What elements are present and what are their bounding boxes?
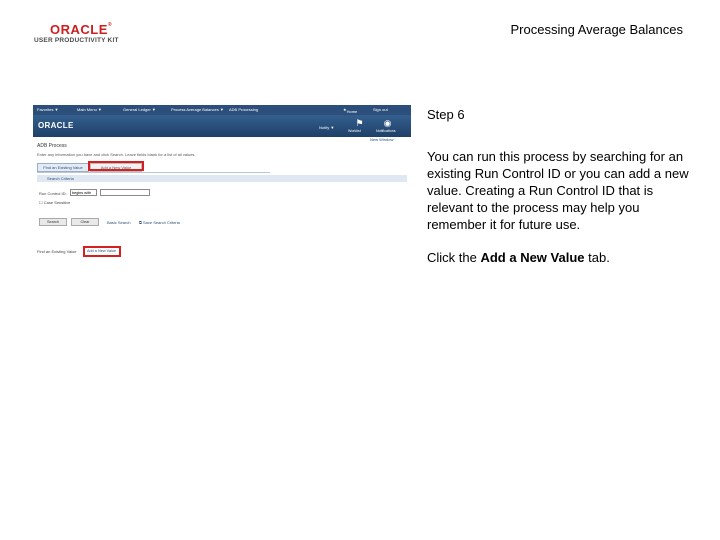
screenshot-menu-bar: Favorites ▼ Main Menu ▼ General Ledger ▼… [33,105,411,115]
menu-process-average-balances: Process Average Balances ▼ [171,107,224,112]
screenshot-instructions: Enter any information you have and click… [37,152,196,157]
logo-subtitle: USER PRODUCTIVITY KIT [34,37,119,44]
application-screenshot: Favorites ▼ Main Menu ▼ General Ledger ▼… [33,105,411,263]
run-control-id-input[interactable] [100,189,150,196]
screenshot-brand: ORACLE [38,121,74,130]
tab-divider [37,172,270,173]
save-search-criteria-link[interactable]: ⧉ Save Search Criteria [139,220,180,225]
flag-icon: ⚑ [355,118,364,128]
menu-favorites: Favorites ▼ [37,107,59,112]
document-title: Processing Average Balances [510,22,683,37]
notify-menu: Notify ▼ [319,125,335,130]
basic-search-link[interactable]: Basic Search [107,220,131,225]
logo-brand: ORACLE® [50,22,113,37]
find-existing-value-link[interactable]: Find an Existing Value [37,249,77,254]
notifications-label: Notifications [376,129,396,133]
worklist-label: Worklist [348,129,361,133]
run-control-id-label: Run Control ID: [39,191,67,196]
signout-link: Sign out [373,107,388,112]
new-window-link: New Window [370,137,394,142]
search-button[interactable]: Search [39,218,67,226]
menu-general-ledger: General Ledger ▼ [123,107,156,112]
tab-find-existing-value: Find an Existing Value [37,163,89,172]
search-criteria-label: Search Criteria [47,176,74,181]
click-instruction: Click the Add a New Value tab. [427,250,610,265]
click-target: Add a New Value [480,250,585,265]
add-new-value-link-highlight [83,246,121,257]
screenshot-brand-header: ORACLE Notify ▼ ⚑ Worklist ◉ Notificatio… [33,115,411,137]
step-label: Step 6 [427,107,465,122]
step-description: You can run this process by searching fo… [427,149,689,232]
home-link: ★ Home [343,107,358,114]
search-criteria-bar: Search Criteria [37,175,407,182]
oracle-upk-logo: ORACLE® USER PRODUCTIVITY KIT [34,22,126,48]
notification-icon: ◉ [383,118,392,128]
screenshot-page-heading: ADB Process [37,143,67,149]
case-sensitive-checkbox[interactable]: ☐ Case Sensitive [39,200,70,205]
operator-select[interactable]: begins with [70,189,97,196]
clear-button[interactable]: Clear [71,218,99,226]
menu-main-menu: Main Menu ▼ [77,107,102,112]
add-new-value-highlight [88,161,144,171]
menu-adb-processing: ADB Processing [229,107,259,112]
